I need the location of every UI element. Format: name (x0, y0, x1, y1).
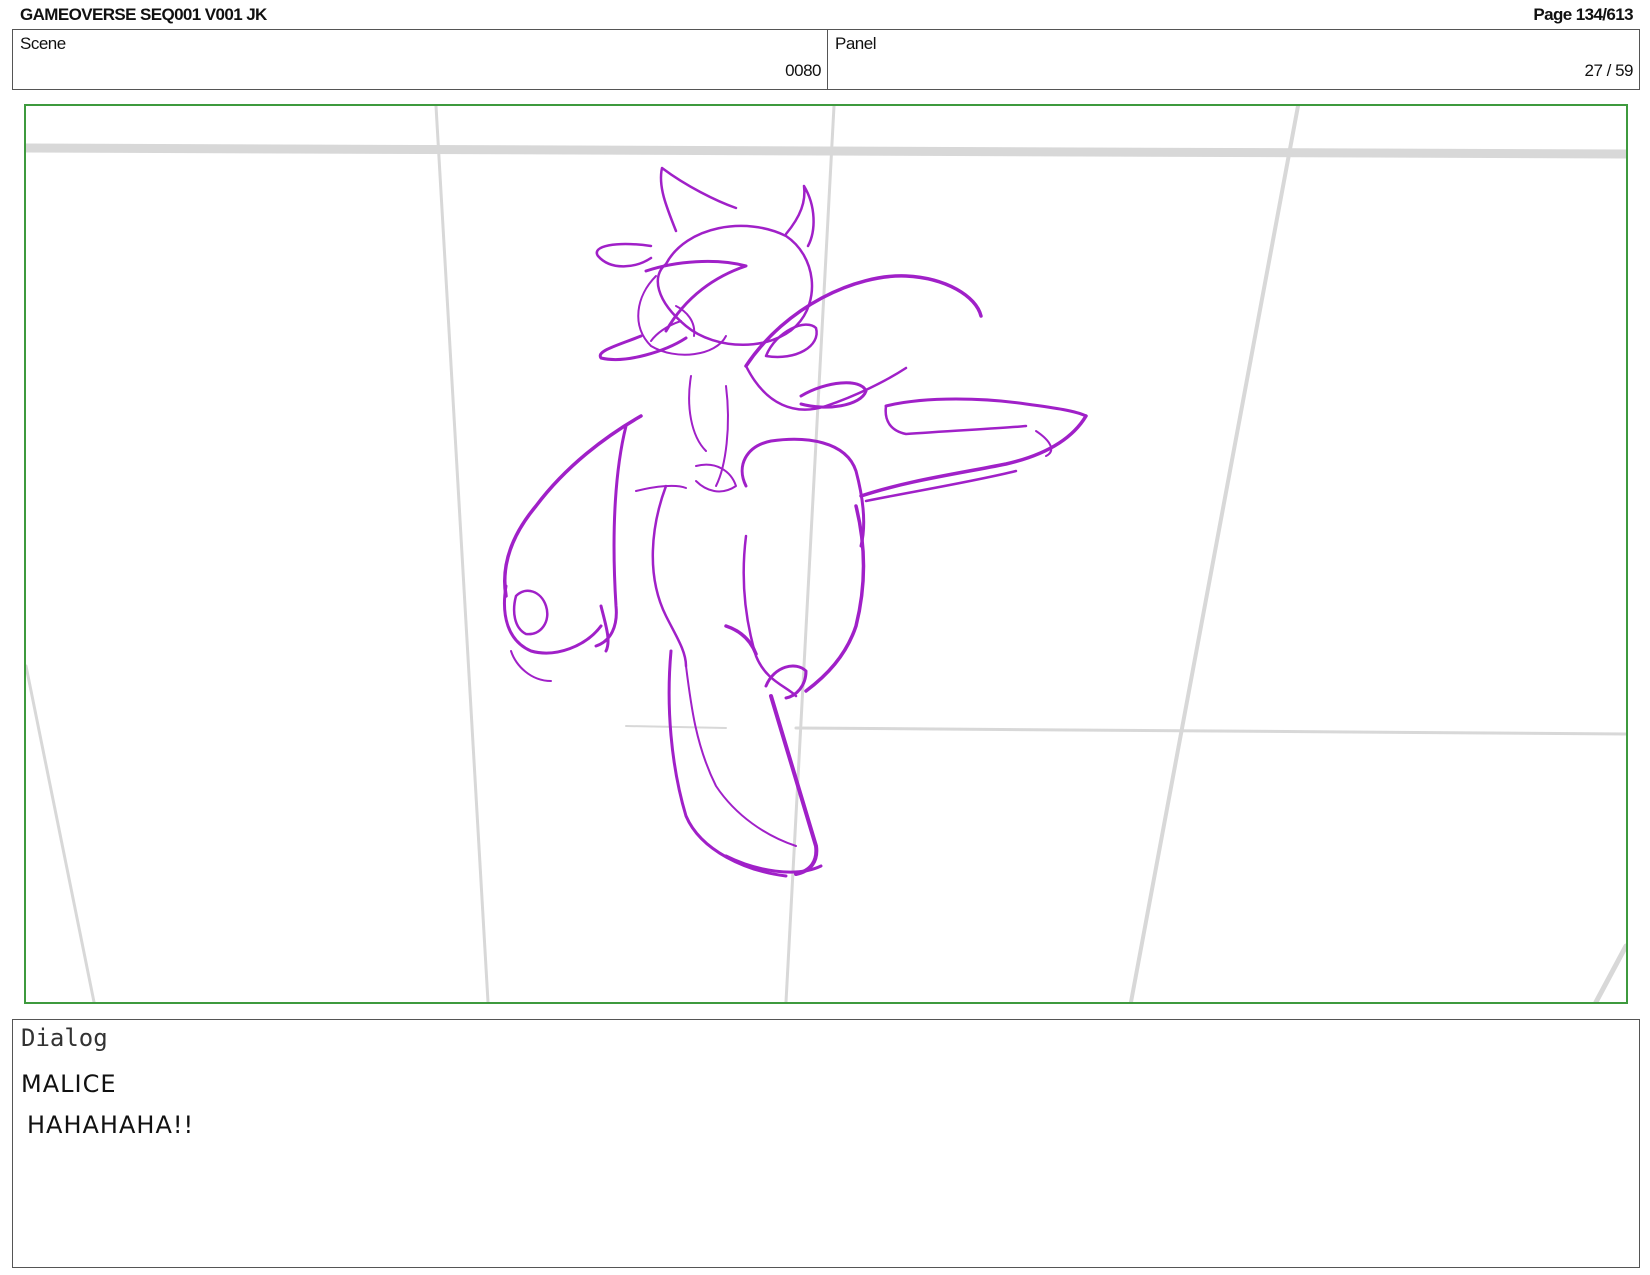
background-perspective-lines (26, 106, 1626, 1002)
info-row: Scene 0080 Panel 27 / 59 (12, 29, 1640, 90)
dialog-box: Dialog MALICE HAHAHAHA!! (12, 1019, 1640, 1268)
scene-number: 0080 (785, 61, 821, 80)
character-sketch (502, 166, 1088, 878)
document-title: GAMEOVERSE SEQ001 V001 JK (20, 5, 267, 24)
scene-label: Scene (20, 34, 66, 53)
storyboard-sketch (26, 106, 1626, 1002)
panel-number: 27 / 59 (1584, 61, 1634, 80)
page-number: Page 134/613 (1533, 5, 1633, 24)
dialog-label: Dialog (21, 1024, 108, 1052)
scene-cell: Scene 0080 (13, 30, 828, 89)
dialog-speaker: MALICE (21, 1070, 117, 1098)
panel-cell: Panel 27 / 59 (828, 30, 1639, 89)
storyboard-frame (24, 104, 1628, 1004)
panel-label: Panel (835, 34, 876, 53)
dialog-line: HAHAHAHA!! (27, 1111, 195, 1139)
